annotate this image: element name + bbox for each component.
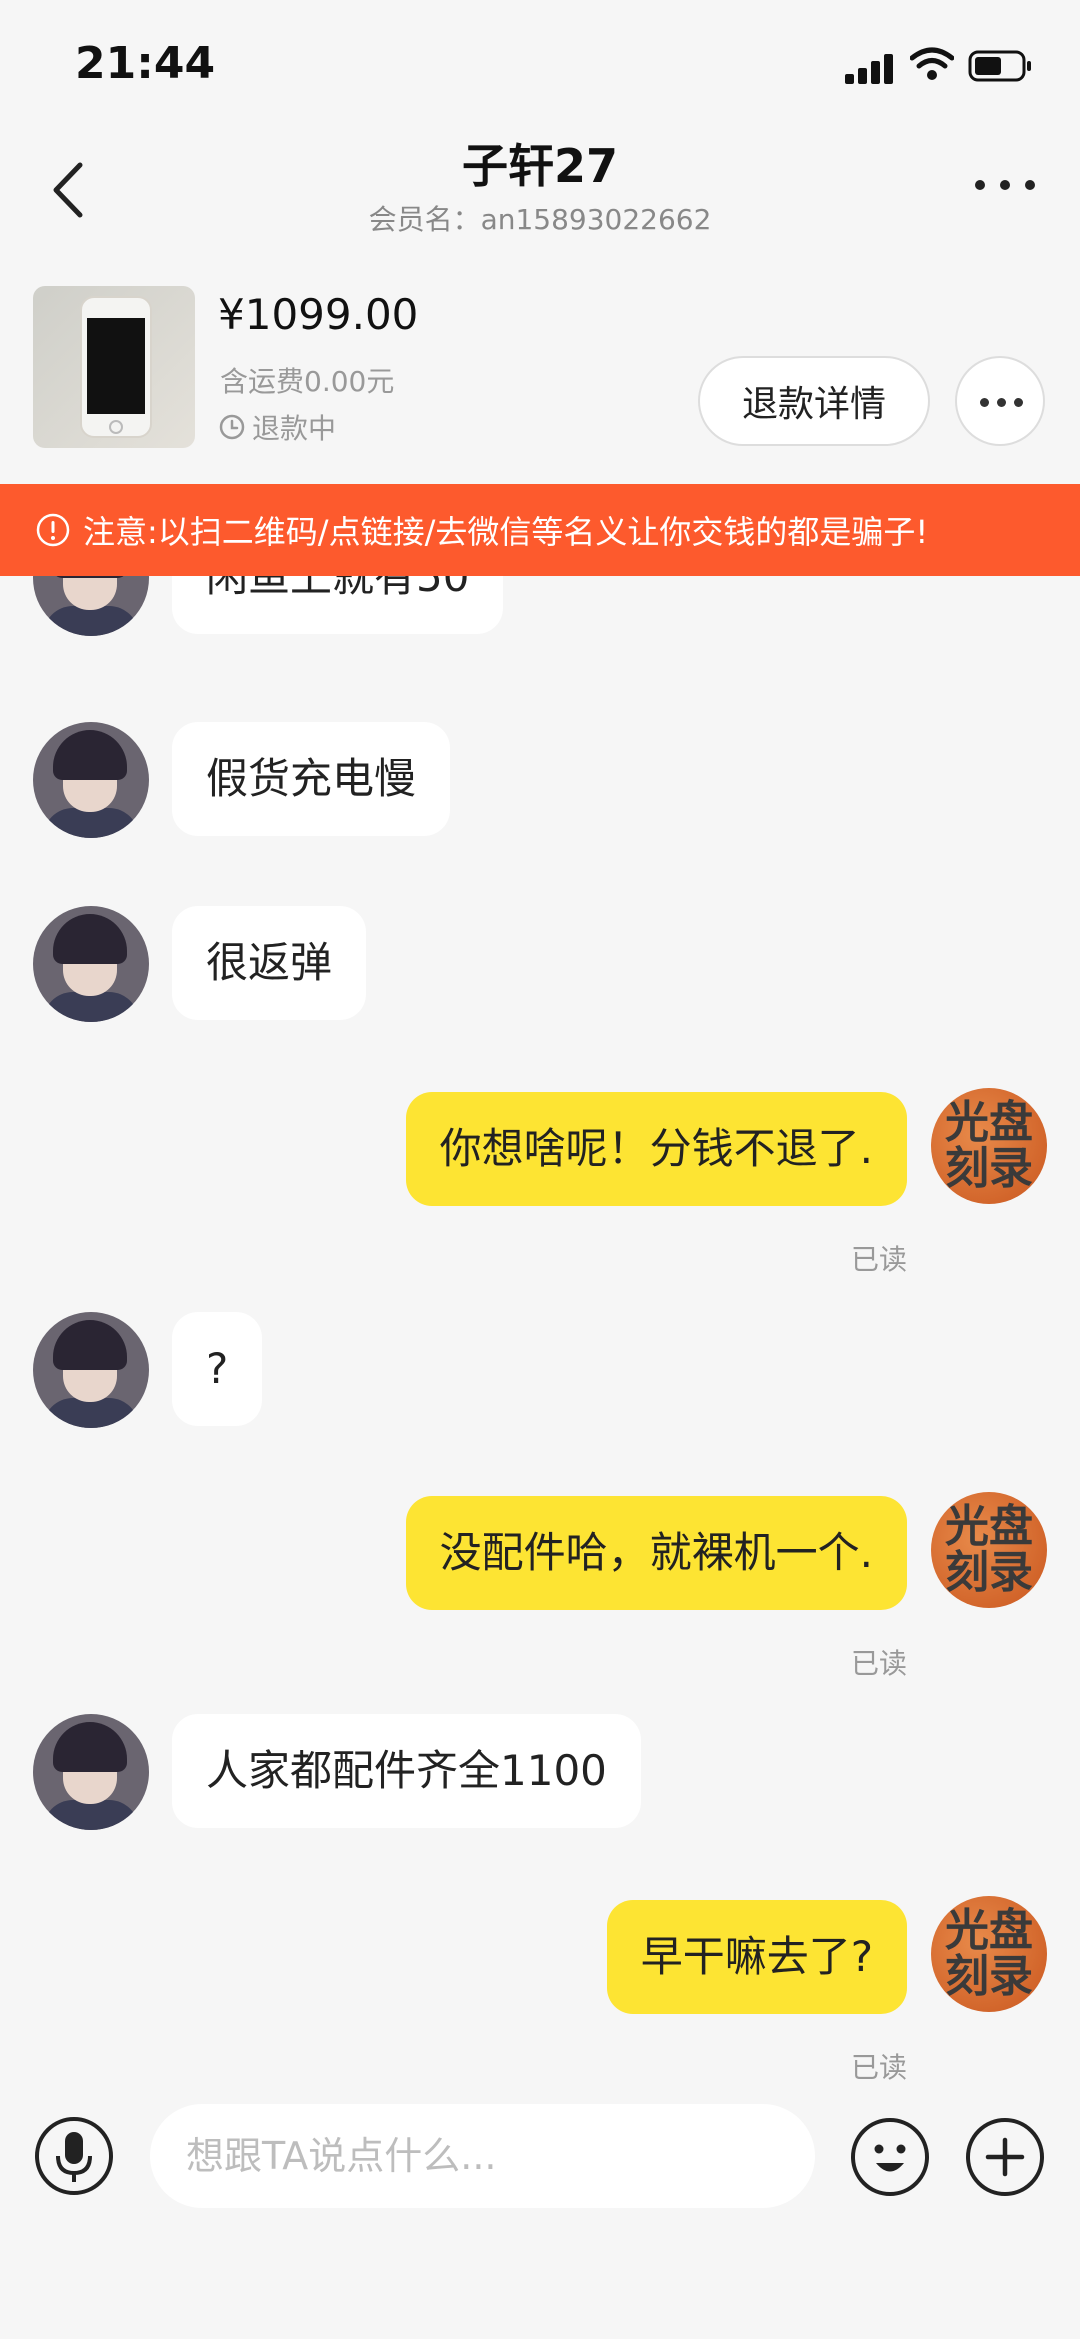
shipping-fee: 含运费0.00元 <box>220 365 395 398</box>
my-avatar-text: 光盘刻录 <box>945 1905 1033 2002</box>
clock-icon <box>219 414 245 440</box>
product-card: ¥1099.00 含运费0.00元 退款中 退款详情 <box>0 270 1080 460</box>
voice-input-button[interactable] <box>34 2116 114 2196</box>
refund-status-label: 退款中 <box>252 412 337 445</box>
contact-avatar[interactable] <box>33 722 149 838</box>
chat-header: 子轩27 会员名：an15893022662 <box>0 130 1080 250</box>
fraud-warning-banner: 注意:以扫二维码/点链接/去微信等名义让你交钱的都是骗子! <box>0 484 1080 576</box>
message-input[interactable] <box>150 2104 815 2208</box>
message-bubble[interactable]: 人家都配件齐全1100 <box>172 1714 641 1828</box>
read-receipt: 已读 <box>850 2051 907 2084</box>
message-list[interactable]: 闲鱼上就有50 假货充电慢 很返弹 光盘刻录 你想啥呢！分钱不退了. 已读 ? … <box>0 576 1080 2086</box>
product-price: ¥1099.00 <box>218 290 419 339</box>
read-receipt: 已读 <box>850 1243 907 1276</box>
input-bar <box>0 2086 1080 2339</box>
cellular-signal-icon <box>845 52 897 84</box>
message-bubble[interactable]: 早干嘛去了? <box>606 1900 907 2014</box>
contact-avatar[interactable] <box>33 906 149 1022</box>
member-name: 会员名：an15893022662 <box>368 203 712 236</box>
battery-icon <box>968 50 1031 82</box>
message-bubble[interactable]: 闲鱼上就有50 <box>172 576 504 634</box>
my-avatar[interactable]: 光盘刻录 <box>931 1896 1047 2012</box>
status-time: 21:44 <box>75 38 216 89</box>
product-thumbnail[interactable] <box>33 286 195 448</box>
warning-icon <box>36 513 70 547</box>
contact-avatar[interactable] <box>33 1714 149 1830</box>
read-receipt: 已读 <box>850 1647 907 1680</box>
chat-title: 子轩27 <box>461 139 618 193</box>
more-options-button[interactable] <box>970 170 1040 200</box>
fraud-warning-text: 注意:以扫二维码/点链接/去微信等名义让你交钱的都是骗子! <box>83 513 929 551</box>
more-actions-button[interactable] <box>964 2116 1046 2198</box>
status-bar: 21:44 <box>0 0 1080 130</box>
message-bubble[interactable]: 假货充电慢 <box>172 722 451 836</box>
message-bubble[interactable]: 很返弹 <box>172 906 367 1020</box>
refund-details-button[interactable]: 退款详情 <box>698 356 930 446</box>
my-avatar[interactable]: 光盘刻录 <box>931 1088 1047 1204</box>
message-bubble[interactable]: ? <box>172 1312 263 1426</box>
contact-avatar[interactable] <box>33 576 149 636</box>
my-avatar-text: 光盘刻录 <box>945 1501 1033 1598</box>
my-avatar[interactable]: 光盘刻录 <box>931 1492 1047 1608</box>
emoji-button[interactable] <box>849 2116 931 2198</box>
my-avatar-text: 光盘刻录 <box>945 1097 1033 1194</box>
message-bubble[interactable]: 没配件哈，就裸机一个. <box>405 1496 907 1610</box>
message-bubble[interactable]: 你想啥呢！分钱不退了. <box>405 1092 907 1206</box>
product-more-button[interactable] <box>955 356 1045 446</box>
contact-avatar[interactable] <box>33 1312 149 1428</box>
refund-status: 退款中 <box>218 407 336 447</box>
wifi-icon <box>910 47 954 80</box>
